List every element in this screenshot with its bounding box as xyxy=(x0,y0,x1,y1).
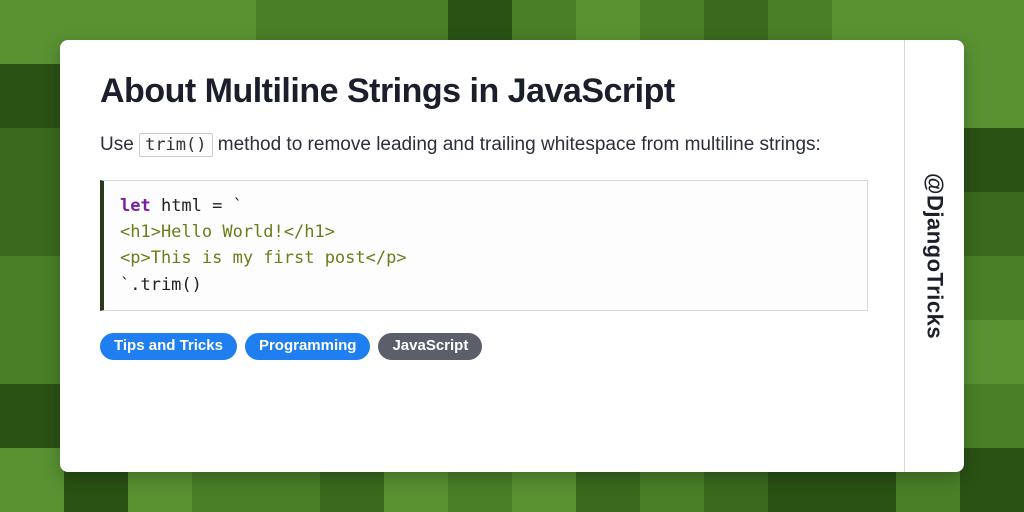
code-line-1: html = ` xyxy=(151,196,243,216)
page-title: About Multiline Strings in JavaScript xyxy=(100,72,868,111)
code-line-3: <p>This is my first post</p> xyxy=(120,248,407,268)
code-line-4: `.trim() xyxy=(120,275,202,295)
inline-code: trim() xyxy=(139,133,212,157)
tag-javascript[interactable]: JavaScript xyxy=(378,333,482,360)
tag-row: Tips and Tricks Programming JavaScript xyxy=(100,333,868,360)
side-column: @DjangoTricks xyxy=(904,40,964,472)
content-card: About Multiline Strings in JavaScript Us… xyxy=(60,40,964,472)
author-handle[interactable]: @DjangoTricks xyxy=(922,173,948,339)
code-block: let html = ` <h1>Hello World!</h1> <p>Th… xyxy=(100,180,868,311)
desc-text-after: method to remove leading and trailing wh… xyxy=(213,134,821,155)
desc-text-before: Use xyxy=(100,134,139,155)
description: Use trim() method to remove leading and … xyxy=(100,131,868,160)
tag-programming[interactable]: Programming xyxy=(245,333,371,360)
main-column: About Multiline Strings in JavaScript Us… xyxy=(60,40,904,472)
tag-tips[interactable]: Tips and Tricks xyxy=(100,333,237,360)
code-keyword: let xyxy=(120,196,151,216)
code-line-2: <h1>Hello World!</h1> xyxy=(120,222,335,242)
